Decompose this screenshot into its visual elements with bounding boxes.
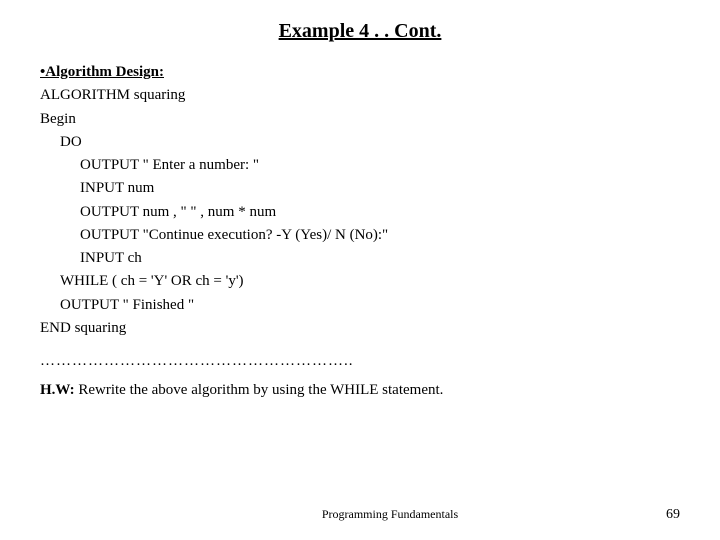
content-area: •Algorithm Design: ALGORITHM squaring Be…	[40, 61, 680, 403]
line-output-enter: OUTPUT " Enter a number: "	[80, 154, 680, 177]
footer-page: 69	[666, 507, 680, 523]
divider: …………………………………………………..	[40, 350, 680, 373]
line-input-ch: INPUT ch	[80, 247, 680, 270]
line-end: END squaring	[40, 317, 680, 340]
page-title: Example 4 . . Cont.	[40, 20, 680, 43]
hw-label: H.W:	[40, 382, 75, 398]
footer-label: Programming Fundamentals	[60, 507, 720, 522]
line-algorithm: ALGORITHM squaring	[40, 84, 680, 107]
line-begin: Begin	[40, 108, 680, 131]
hw-line: H.W: Rewrite the above algorithm by usin…	[40, 379, 680, 402]
line-output-num: OUTPUT num , " " , num * num	[80, 201, 680, 224]
footer: Programming Fundamentals 69	[0, 507, 720, 522]
hw-text: Rewrite the above algorithm by using the…	[78, 382, 443, 398]
algorithm-header: •Algorithm Design:	[40, 61, 680, 84]
line-input-num: INPUT num	[80, 177, 680, 200]
line-while: WHILE ( ch = 'Y' OR ch = 'y')	[60, 270, 680, 293]
line-output-continue: OUTPUT "Continue execution? -Y (Yes)/ N …	[80, 224, 680, 247]
page: Example 4 . . Cont. •Algorithm Design: A…	[0, 0, 720, 540]
algorithm-header-text: •Algorithm Design:	[40, 64, 164, 80]
line-output-finished: OUTPUT " Finished "	[60, 294, 680, 317]
line-do: DO	[60, 131, 680, 154]
